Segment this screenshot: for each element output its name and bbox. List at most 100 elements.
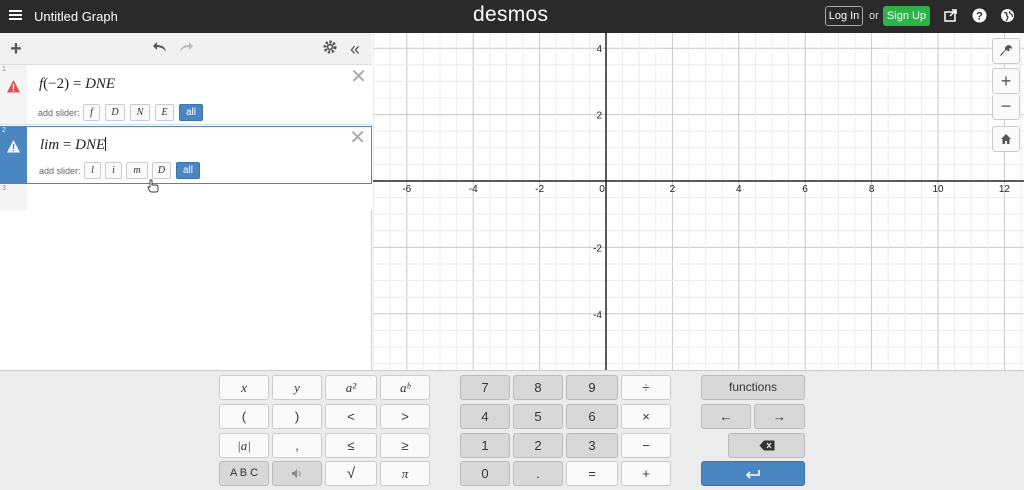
x-tick-label: -6 [402,184,411,195]
math-token: = [69,76,86,92]
key-multiply[interactable]: × [621,404,671,429]
slider-button-all[interactable]: all [179,104,203,121]
key-decimal[interactable]: . [513,461,563,486]
delete-expression-icon[interactable]: ✕ [349,128,366,148]
right-arrow-key[interactable]: → [754,404,805,429]
add-icon[interactable]: + [8,39,24,59]
share-icon[interactable] [943,8,959,24]
speaker-icon[interactable] [272,461,322,486]
key-sqrt[interactable]: √ [325,461,377,486]
math-token: lim [40,137,60,153]
login-button[interactable]: Log In [825,6,863,26]
math-token: DNE [85,76,116,92]
help-icon[interactable]: ? [971,8,987,24]
key-close-paren[interactable]: ) [272,404,322,429]
key-divide[interactable]: ÷ [621,375,671,400]
signup-button[interactable]: Sign Up [883,6,930,26]
key-3[interactable]: 3 [566,433,618,458]
key-pi[interactable]: π [380,461,430,486]
key-plus[interactable]: + [621,461,671,486]
math-keypad: x y a² aᵇ ( ) < > |a| , ≤ ≥ A B C √ π 7 … [0,370,1024,490]
x-tick-label: -4 [469,184,478,195]
key-open-paren[interactable]: ( [219,404,269,429]
y-tick-label: -2 [593,243,602,254]
key-less-equal[interactable]: ≤ [325,433,377,458]
slider-button-n[interactable]: N [130,104,150,121]
key-comma[interactable]: , [272,433,322,458]
home-icon[interactable] [992,126,1020,152]
slider-button-d[interactable]: D [105,104,125,121]
expression-number: 2 [2,127,6,134]
expression-row-3[interactable]: 3 [0,184,372,210]
desmos-logo: desmos [473,3,549,26]
x-tick-label: 12 [999,184,1011,195]
x-tick-label: -2 [535,184,544,195]
graph-title[interactable]: Untitled Graph [34,9,118,24]
slider-button-f[interactable]: f [83,104,100,121]
math-token: (−2) [43,76,70,92]
key-5[interactable]: 5 [513,404,563,429]
key-less-than[interactable]: < [325,404,377,429]
key-minus[interactable]: − [621,433,671,458]
y-tick-label: 2 [596,111,602,122]
hand-cursor-icon [147,179,159,193]
key-abc[interactable]: A B C [219,461,269,486]
zoom-out-icon[interactable]: − [992,94,1020,120]
key-8[interactable]: 8 [513,375,563,400]
graph-paper[interactable]: -6 -4 -2 0 2 4 6 8 10 12 4 2 -2 -4 [373,33,1024,370]
redo-icon[interactable] [177,39,195,59]
wrench-icon[interactable] [992,38,1020,64]
x-tick-label: 0 [599,184,605,195]
key-y[interactable]: y [272,375,322,400]
functions-button[interactable]: functions [701,375,805,400]
key-greater-than[interactable]: > [380,404,430,429]
warning-icon[interactable] [6,79,21,94]
key-a-power-b[interactable]: aᵇ [380,375,430,400]
expression-gutter: 1 [0,65,27,124]
settings-icon[interactable] [321,39,339,60]
key-abs[interactable]: |a| [219,433,269,458]
backspace-icon[interactable] [728,433,805,458]
add-slider-label: add slider: [38,108,80,118]
collapse-icon[interactable]: « [346,39,364,59]
svg-text:?: ? [976,11,983,23]
undo-icon[interactable] [151,39,169,59]
or-label: or [869,10,879,22]
key-6[interactable]: 6 [566,404,618,429]
key-4[interactable]: 4 [460,404,510,429]
x-tick-label: 2 [670,184,676,195]
zoom-in-icon[interactable]: + [992,68,1020,94]
y-tick-label: 4 [596,44,602,55]
slider-button-d[interactable]: D [152,162,171,179]
enter-icon[interactable] [701,461,805,486]
key-9[interactable]: 9 [566,375,618,400]
x-tick-label: 4 [736,184,742,195]
expression-row-2[interactable]: 2 lim = DNE ✕ add slider: l i m D all [0,126,372,184]
slider-button-i[interactable]: i [105,162,122,179]
key-greater-equal[interactable]: ≥ [380,433,430,458]
hamburger-icon[interactable] [9,10,22,21]
slider-button-all[interactable]: all [176,162,200,179]
top-bar: Untitled Graph desmos Log In or Sign Up … [0,0,1024,33]
slider-button-l[interactable]: l [84,162,101,179]
key-a-squared[interactable]: a² [325,375,377,400]
left-arrow-key[interactable]: ← [701,404,751,429]
key-2[interactable]: 2 [513,433,563,458]
key-equals[interactable]: = [566,461,618,486]
slider-button-m[interactable]: m [126,162,148,179]
expression-math[interactable]: lim = DNE [40,137,107,154]
expression-row-1[interactable]: 1 f(−2) = DNE ✕ add slider: f D N E all [0,65,372,125]
warning-icon[interactable] [6,139,21,154]
slider-button-e[interactable]: E [155,104,174,121]
add-slider-label: add slider: [39,166,81,176]
key-0[interactable]: 0 [460,461,510,486]
key-1[interactable]: 1 [460,433,510,458]
graph-grid: -6 -4 -2 0 2 4 6 8 10 12 4 2 -2 -4 [373,33,1024,370]
expression-math[interactable]: f(−2) = DNE [39,76,115,93]
expression-toolbar: + « [0,33,372,65]
delete-expression-icon[interactable]: ✕ [350,67,367,87]
text-cursor [105,137,107,151]
key-x[interactable]: x [219,375,269,400]
key-7[interactable]: 7 [460,375,510,400]
globe-icon[interactable] [999,8,1015,24]
